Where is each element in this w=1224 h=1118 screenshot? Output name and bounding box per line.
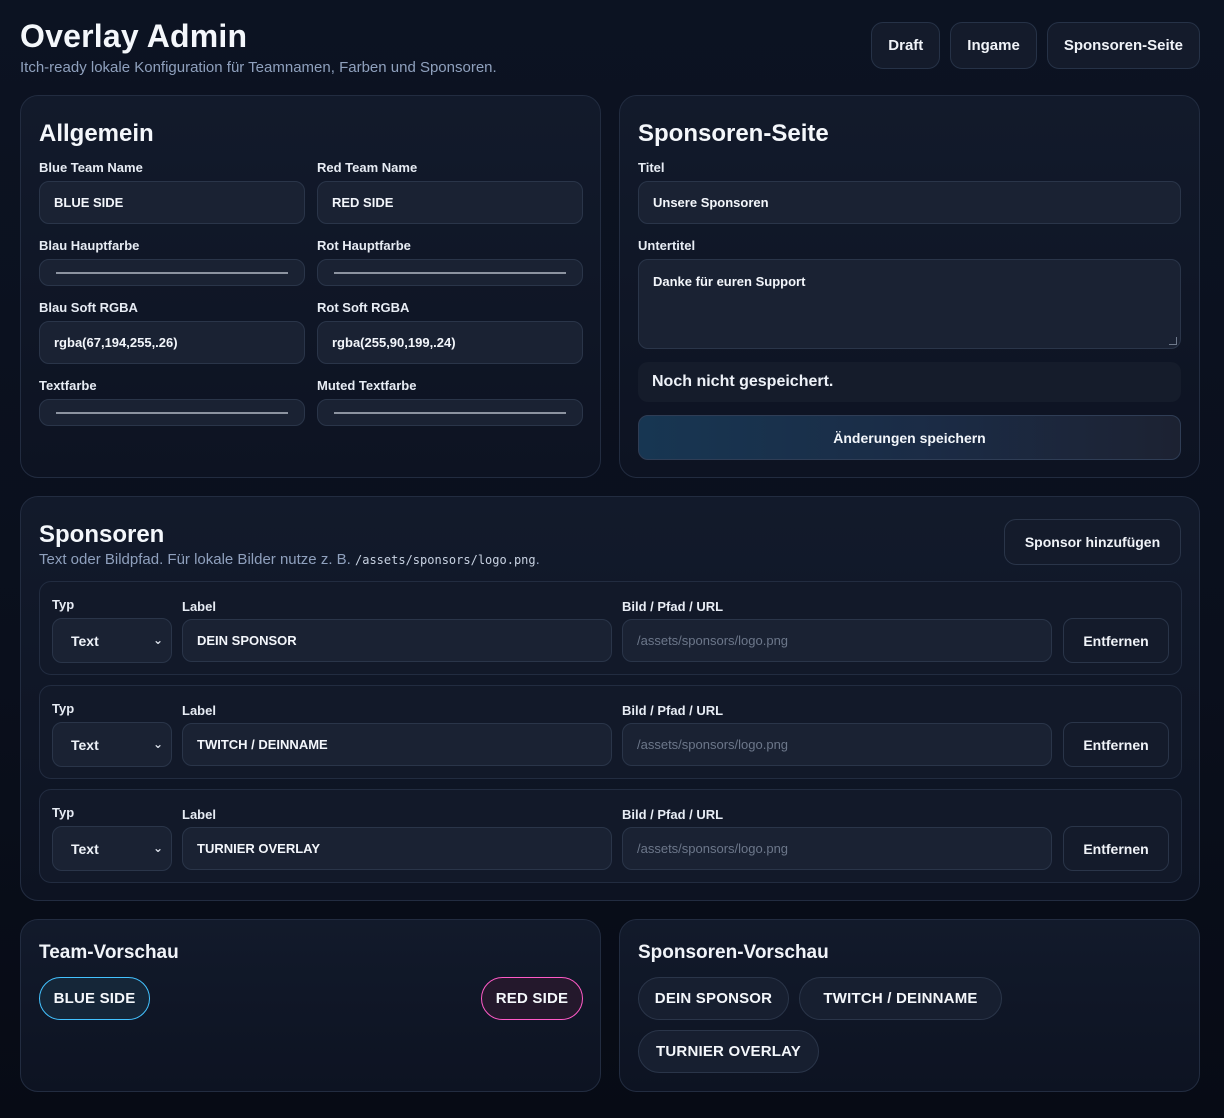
sponsor-image-input[interactable]: /assets/sponsors/logo.png	[622, 827, 1052, 870]
image-label: Bild / Pfad / URL	[622, 807, 724, 822]
color-swatch	[334, 272, 566, 274]
blue-team-name-label: Blue Team Name	[39, 160, 143, 175]
blue-main-color-label: Blau Hauptfarbe	[39, 238, 140, 253]
sponsor-image-input[interactable]: /assets/sponsors/logo.png	[622, 723, 1052, 766]
chevron-down-icon: ⌄	[152, 841, 163, 855]
type-select[interactable]: Text ⌄	[52, 618, 172, 663]
nav-ingame-button[interactable]: Ingame	[950, 22, 1037, 69]
general-card: Allgemein Blue Team Name BLUE SIDE Red T…	[20, 95, 601, 478]
general-title: Allgemein	[39, 120, 154, 147]
red-soft-rgba-input[interactable]: rgba(255,90,199,.24)	[317, 321, 583, 364]
muted-text-color-label: Muted Textfarbe	[317, 378, 417, 393]
remove-sponsor-button[interactable]: Entfernen	[1063, 826, 1169, 871]
sponsor-row: Typ Text ⌄ Label TURNIER OVERLAY Bild / …	[39, 789, 1182, 883]
sponsor-page-title-label: Titel	[638, 160, 665, 175]
red-main-color-picker[interactable]	[317, 259, 583, 286]
hint-text: Text oder Bildpfad. Für lokale Bilder nu…	[39, 551, 351, 568]
sponsor-preview-pill: TWITCH / DEINNAME	[799, 977, 1002, 1020]
image-label: Bild / Pfad / URL	[622, 599, 724, 614]
save-status: Noch nicht gespeichert.	[638, 362, 1181, 402]
hint-code: /assets/sponsors/logo.png	[355, 553, 536, 567]
remove-sponsor-button[interactable]: Entfernen	[1063, 618, 1169, 663]
hint-end: .	[535, 551, 540, 568]
team-preview-card: Team-Vorschau BLUE SIDE RED SIDE	[20, 919, 601, 1092]
sponsor-label-input[interactable]: TURNIER OVERLAY	[182, 827, 612, 870]
sponsor-image-input[interactable]: /assets/sponsors/logo.png	[622, 619, 1052, 662]
text-color-picker[interactable]	[39, 399, 305, 426]
type-label: Typ	[52, 701, 75, 716]
add-sponsor-button[interactable]: Sponsor hinzufügen	[1004, 519, 1181, 565]
sponsor-preview-pill: TURNIER OVERLAY	[638, 1030, 819, 1073]
label-label: Label	[182, 807, 216, 822]
header: Overlay Admin Itch-ready lokale Konfigur…	[20, 18, 1200, 80]
blue-team-pill: BLUE SIDE	[39, 977, 150, 1020]
sponsors-hint: Text oder Bildpfad. Für lokale Bilder nu…	[39, 551, 540, 568]
sponsors-title: Sponsoren	[39, 521, 165, 548]
resize-handle-icon[interactable]	[1169, 337, 1177, 345]
subtitle-text: Danke für euren Support	[653, 274, 806, 289]
label-label: Label	[182, 703, 216, 718]
type-value: Text	[71, 736, 99, 753]
type-label: Typ	[52, 805, 75, 820]
sponsor-page-subtitle-label: Untertitel	[638, 238, 696, 253]
sponsor-preview-card: Sponsoren-Vorschau DEIN SPONSOR TWITCH /…	[619, 919, 1200, 1092]
blue-soft-rgba-label: Blau Soft RGBA	[39, 300, 138, 315]
sponsor-row: Typ Text ⌄ Label DEIN SPONSOR Bild / Pfa…	[39, 581, 1182, 675]
sponsor-row: Typ Text ⌄ Label TWITCH / DEINNAME Bild …	[39, 685, 1182, 779]
type-select[interactable]: Text ⌄	[52, 722, 172, 767]
label-label: Label	[182, 599, 216, 614]
team-preview-title: Team-Vorschau	[39, 942, 179, 963]
chevron-down-icon: ⌄	[152, 737, 163, 751]
red-team-name-input[interactable]: RED SIDE	[317, 181, 583, 224]
image-label: Bild / Pfad / URL	[622, 703, 724, 718]
remove-sponsor-button[interactable]: Entfernen	[1063, 722, 1169, 767]
muted-text-color-picker[interactable]	[317, 399, 583, 426]
sponsor-preview-pill: DEIN SPONSOR	[638, 977, 789, 1020]
color-swatch	[56, 412, 288, 414]
sponsor-label-input[interactable]: TWITCH / DEINNAME	[182, 723, 612, 766]
type-value: Text	[71, 632, 99, 649]
sponsor-label-input[interactable]: DEIN SPONSOR	[182, 619, 612, 662]
type-label: Typ	[52, 597, 75, 612]
sponsors-card: Sponsoren Text oder Bildpfad. Für lokale…	[20, 496, 1200, 901]
image-placeholder: /assets/sponsors/logo.png	[637, 633, 789, 648]
red-team-pill: RED SIDE	[481, 977, 583, 1020]
sponsor-page-title-input[interactable]: Unsere Sponsoren	[638, 181, 1181, 224]
top-nav: Draft Ingame Sponsoren-Seite	[871, 22, 1200, 69]
image-placeholder: /assets/sponsors/logo.png	[637, 737, 789, 752]
blue-team-name-input[interactable]: BLUE SIDE	[39, 181, 305, 224]
color-swatch	[56, 272, 288, 274]
sponsor-preview-title: Sponsoren-Vorschau	[638, 942, 829, 963]
image-placeholder: /assets/sponsors/logo.png	[637, 841, 789, 856]
blue-main-color-picker[interactable]	[39, 259, 305, 286]
red-main-color-label: Rot Hauptfarbe	[317, 238, 411, 253]
type-value: Text	[71, 840, 99, 857]
sponsor-page-card: Sponsoren-Seite Titel Unsere Sponsoren U…	[619, 95, 1200, 478]
red-team-name-label: Red Team Name	[317, 160, 418, 175]
chevron-down-icon: ⌄	[152, 633, 163, 647]
sponsor-page-title: Sponsoren-Seite	[638, 120, 829, 147]
blue-soft-rgba-input[interactable]: rgba(67,194,255,.26)	[39, 321, 305, 364]
color-swatch	[334, 412, 566, 414]
text-color-label: Textfarbe	[39, 378, 97, 393]
nav-draft-button[interactable]: Draft	[871, 22, 941, 69]
save-changes-button[interactable]: Änderungen speichern	[638, 415, 1181, 460]
red-soft-rgba-label: Rot Soft RGBA	[317, 300, 410, 315]
sponsor-page-subtitle-textarea[interactable]: Danke für euren Support	[638, 259, 1181, 349]
type-select[interactable]: Text ⌄	[52, 826, 172, 871]
nav-sponsor-page-button[interactable]: Sponsoren-Seite	[1046, 22, 1200, 69]
